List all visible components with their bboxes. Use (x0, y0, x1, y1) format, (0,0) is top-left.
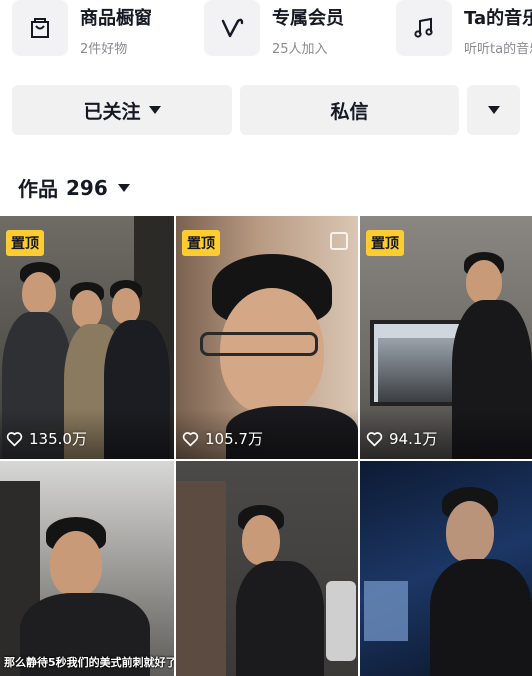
like-count: 94.1万 (366, 428, 437, 449)
feature-membership[interactable]: 专属会员 25人加入 (204, 0, 344, 60)
feature-subtitle: 听听ta的音乐 (464, 42, 532, 57)
message-label: 私信 (330, 100, 369, 123)
heart-outline-icon (6, 431, 23, 446)
multi-image-icon (330, 232, 348, 250)
video-caption: 那么静待5秒我们的美式前刺就好了 (4, 656, 174, 669)
works-label: 作品 (18, 177, 58, 201)
video-tile[interactable]: 置顶 105.7万 (176, 216, 358, 459)
video-tile[interactable]: 那么静待5秒我们的美式前刺就好了 (0, 461, 174, 676)
works-count: 296 (66, 175, 108, 200)
video-grid: 置顶 135.0万 置顶 105.7万 置顶 94.1万 那么静待5秒我们的美式… (0, 216, 532, 676)
feature-shop-window[interactable]: 商品橱窗 2件好物 (12, 0, 152, 60)
feature-title: 商品橱窗 (80, 8, 152, 29)
more-dropdown-button[interactable] (467, 85, 520, 135)
heart-outline-icon (182, 431, 199, 446)
follow-status-button[interactable]: 已关注 (12, 85, 232, 135)
video-tile[interactable] (176, 461, 358, 676)
follow-label: 已关注 (83, 100, 141, 123)
feature-subtitle: 25人加入 (272, 42, 328, 57)
pinned-badge: 置顶 (366, 230, 404, 256)
profile-actions: 已关注 私信 (12, 85, 520, 135)
feature-music[interactable]: Ta的音乐 听听ta的音乐 (396, 0, 532, 60)
message-button[interactable]: 私信 (240, 85, 459, 135)
video-tile[interactable]: 置顶 94.1万 (360, 216, 532, 459)
heart-v-icon (204, 0, 260, 56)
heart-outline-icon (366, 431, 383, 446)
music-note-icon (396, 0, 452, 56)
chevron-down-icon (487, 106, 500, 114)
feature-row: 商品橱窗 2件好物 专属会员 25人加入 Ta的音乐 听听ta的音乐 (0, 0, 532, 70)
chevron-down-icon (117, 183, 130, 192)
like-count: 135.0万 (6, 428, 87, 449)
feature-title: 专属会员 (272, 8, 344, 29)
feature-subtitle: 2件好物 (80, 42, 128, 57)
like-count: 105.7万 (182, 428, 263, 449)
feature-title: Ta的音乐 (464, 8, 532, 29)
like-count-value: 135.0万 (29, 430, 87, 448)
video-tile[interactable]: 置顶 135.0万 (0, 216, 174, 459)
pinned-badge: 置顶 (6, 230, 44, 256)
pinned-badge: 置顶 (182, 230, 220, 256)
like-count-value: 94.1万 (389, 430, 438, 448)
works-tab[interactable]: 作品 296 (18, 173, 130, 202)
shopping-bag-icon (12, 0, 68, 56)
chevron-down-icon (148, 106, 161, 114)
like-count-value: 105.7万 (205, 430, 263, 448)
video-tile[interactable] (360, 461, 532, 676)
